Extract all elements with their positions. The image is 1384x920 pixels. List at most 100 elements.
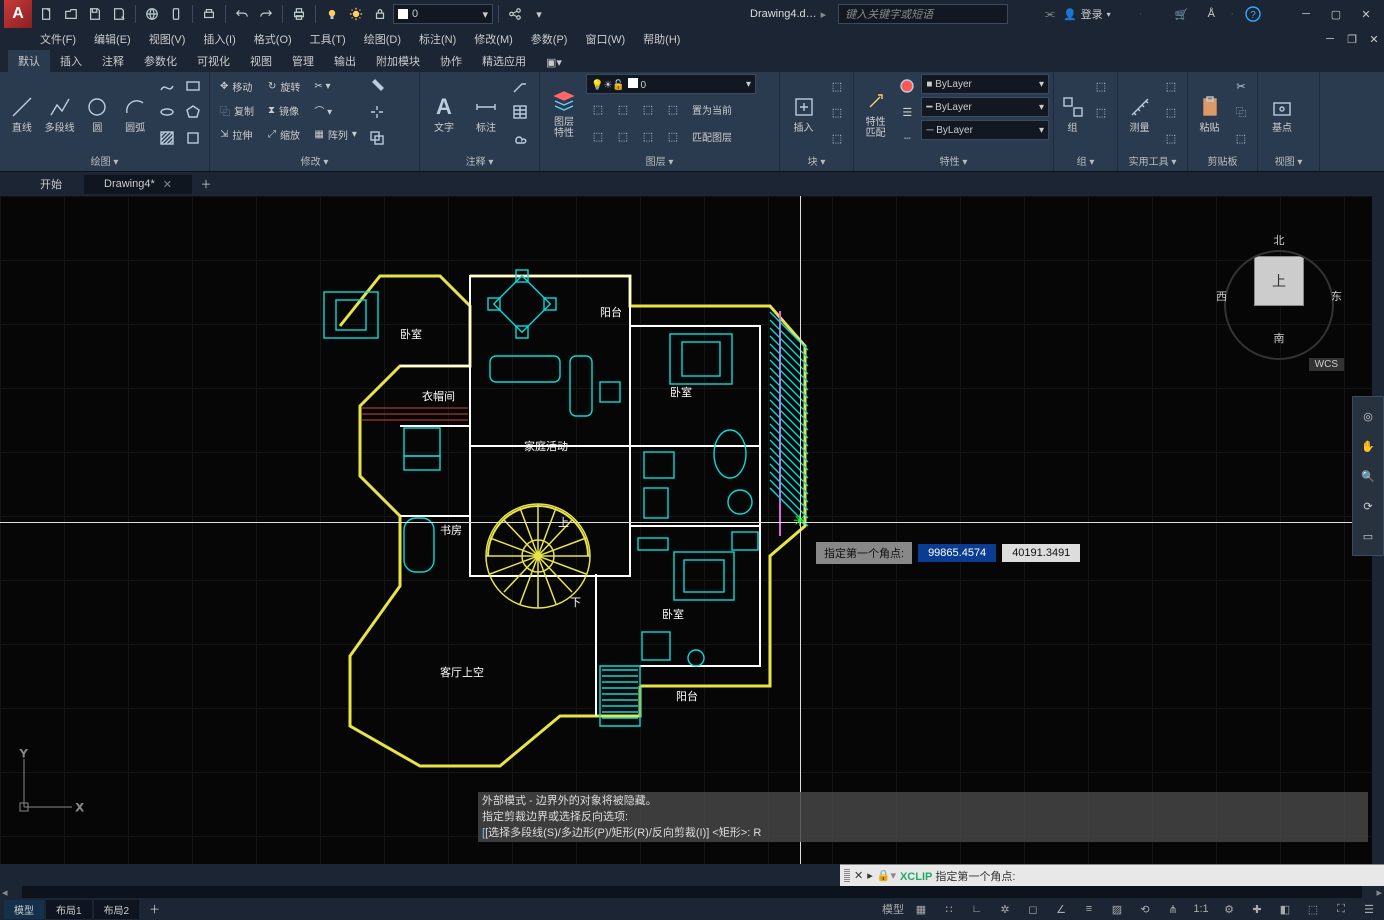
circle-button[interactable]: 圆 [80,74,116,152]
panel-modify-title[interactable]: 修改 ▾ [214,152,415,169]
modelspace-button[interactable]: 模型 [882,900,904,918]
ribbon-tab-output[interactable]: 输出 [324,50,366,72]
transparency-icon[interactable]: ▨ [1106,900,1128,918]
layer-on-icon[interactable]: ⬚ [586,124,610,148]
command-line[interactable]: ✕ ▸ 🔒▾ XCLIP 指定第一个角点: [840,864,1384,886]
horizontal-scrollbar[interactable] [22,886,1363,898]
layer-quick-combo[interactable]: 0▾ [393,4,493,24]
layer-combo[interactable]: 💡☀🔓 0▾ [586,74,756,94]
menu-draw[interactable]: 绘图(D) [364,31,401,47]
layer-freeze-icon[interactable]: ⬚ [636,97,660,121]
redo-icon[interactable] [255,3,277,25]
share-icon[interactable] [504,3,526,25]
bulb-on-icon[interactable] [321,3,343,25]
leader-icon[interactable] [508,74,532,98]
panel-layer-title[interactable]: 图层 ▾ [544,152,775,169]
region-icon[interactable] [181,126,205,150]
ribbon-tab-manage[interactable]: 管理 [282,50,324,72]
explode-icon[interactable] [365,100,389,124]
hardware-icon[interactable]: ⬚ [1302,900,1324,918]
ellipse-icon[interactable] [155,100,179,124]
undo-icon[interactable] [231,3,253,25]
ribbon-tab-featured[interactable]: 精选应用 [472,50,536,72]
menu-file[interactable]: 文件(F) [40,31,76,47]
block-create-icon[interactable]: ⬚ [825,74,849,98]
title-dropdown-icon[interactable]: ▸ [821,8,827,21]
app-logo[interactable]: A [4,0,32,28]
connectivity-icon[interactable]: ⫘ [1045,8,1055,21]
help-icon[interactable]: ? [1242,3,1264,25]
customize-status-icon[interactable]: ☰ [1358,900,1380,918]
match-layer-button[interactable]: 匹配图层 [686,124,756,148]
child-minimize-button[interactable]: ─ [1320,31,1340,47]
panel-view-title[interactable]: 视图 ▾ [1262,152,1315,169]
close-tab-icon[interactable]: ✕ [163,178,172,191]
plot-icon[interactable] [198,3,220,25]
panel-block-title[interactable]: 块 ▾ [784,152,849,169]
start-tab[interactable]: 开始 [20,173,82,195]
erase-icon[interactable] [365,74,389,98]
lineweight-icon[interactable]: ☰ [895,100,919,124]
add-layout-button[interactable]: ＋ [141,899,168,919]
id-icon[interactable]: ⬚ [1159,126,1183,150]
grid-toggle-icon[interactable]: ▦ [910,900,932,918]
stretch-button[interactable]: ⇲ 拉伸 [214,122,260,146]
menu-param[interactable]: 参数(P) [531,31,568,47]
minimize-button[interactable]: ─ [1292,3,1320,25]
block-edit-icon[interactable]: ⬚ [825,100,849,124]
nav-showmotion-icon[interactable]: ▭ [1355,523,1381,549]
child-close-button[interactable]: ✕ [1364,31,1384,47]
menu-dim[interactable]: 标注(N) [419,31,456,47]
maximize-button[interactable]: ▢ [1322,3,1350,25]
layer-unlock-icon[interactable]: ⬚ [636,124,660,148]
panel-clipboard-title[interactable]: 剪贴板 [1192,152,1253,169]
linetype-combo[interactable]: ─ ByLayer▾ [921,120,1049,140]
viewcube[interactable]: 北 上 西 东 南 [1214,226,1344,356]
lineweight-toggle-icon[interactable]: ≡ [1078,900,1100,918]
rectangle-icon[interactable] [181,74,205,98]
layer-off-icon[interactable]: ⬚ [611,97,635,121]
color-combo[interactable]: ■ ByLayer▾ [921,74,1049,94]
color-picker-icon[interactable] [895,74,919,98]
dynamic-y-field[interactable]: 40191.3491 [1002,544,1080,562]
spline-icon[interactable] [155,74,179,98]
layer-lock-icon[interactable]: ⬚ [661,97,685,121]
close-cmdline-icon[interactable]: ✕ [854,869,863,882]
measure-button[interactable]: 测量 [1122,74,1157,152]
dimension-button[interactable]: 标注 [466,74,506,152]
coord-system-label[interactable]: WCS [1309,358,1344,371]
polygon-icon[interactable] [181,100,205,124]
menu-tools[interactable]: 工具(T) [310,31,346,47]
layer-thaw-icon[interactable]: ⬚ [611,124,635,148]
ortho-icon[interactable]: ∟ [966,900,988,918]
add-tab-button[interactable]: ＋ [194,176,218,192]
menu-insert[interactable]: 插入(I) [203,31,235,47]
layer-iso-icon[interactable]: ⬚ [586,97,610,121]
nav-zoom-icon[interactable]: 🔍 [1355,463,1381,489]
text-button[interactable]: A文字 [424,74,464,152]
isolate-icon[interactable]: ◧ [1274,900,1296,918]
cmdline-options-icon[interactable]: ▸ [867,869,873,882]
snap-icon[interactable]: ∷ [938,900,960,918]
panel-draw-title[interactable]: 绘图 ▾ [4,152,205,169]
table-icon[interactable] [508,100,532,124]
trim-button[interactable]: ✂ ▾ [308,74,362,98]
rotate-button[interactable]: ↻ 旋转 [262,74,306,98]
scale-label[interactable]: 1:1 [1190,900,1212,918]
paste-special-icon[interactable]: ⬚ [1229,126,1253,150]
menu-window[interactable]: 窗口(W) [585,31,625,47]
drawing-canvas[interactable]: 卧室 衣帽间 阳台 卧室 家庭活动 书房 上 下 卧室 客厅上空 阳台 ✳ 指定… [0,196,1384,864]
panel-utility-title[interactable]: 实用工具 ▾ [1122,152,1183,169]
search-input[interactable]: 键入关键字或短语 [838,4,1008,24]
lock-icon[interactable] [369,3,391,25]
cut-icon[interactable]: ✂ [1229,74,1253,98]
pline-button[interactable]: 多段线 [42,74,78,152]
osnap-icon[interactable]: ◻ [1022,900,1044,918]
ribbon-tab-addons[interactable]: 附加模块 [366,50,430,72]
ribbon-tab-apps-icon[interactable]: ▣▾ [536,53,572,72]
ribbon-tab-insert[interactable]: 插入 [50,50,92,72]
ungroup-icon[interactable]: ⬚ [1089,74,1113,98]
arc-button[interactable]: 圆弧 [117,74,153,152]
nav-pan-icon[interactable]: ✋ [1355,433,1381,459]
print-icon[interactable] [288,3,310,25]
